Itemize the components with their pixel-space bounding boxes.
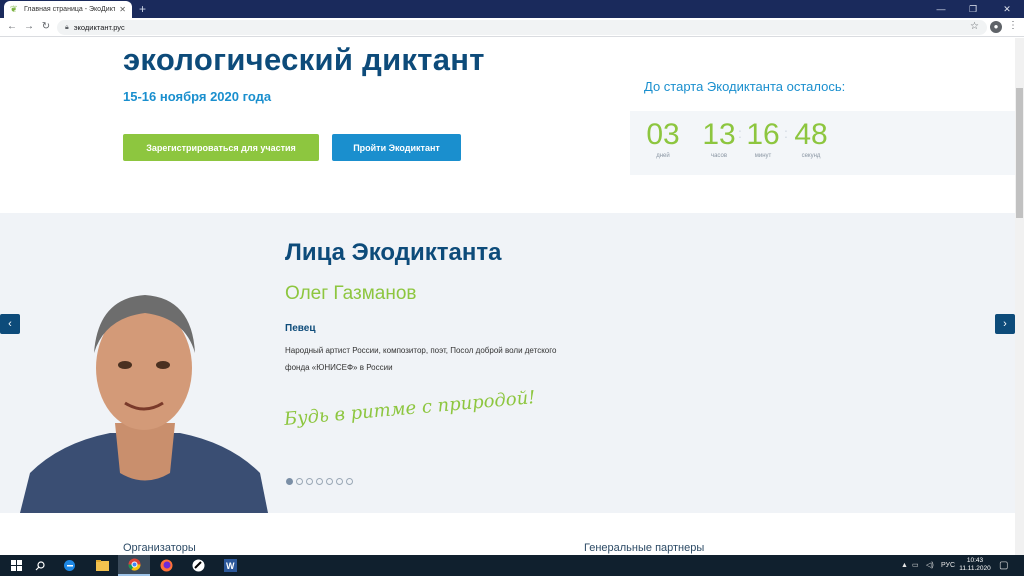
close-window-button[interactable]: ✕ xyxy=(991,0,1023,18)
slider-dot[interactable] xyxy=(286,478,293,485)
countdown-seconds: 48 секунд xyxy=(790,118,832,160)
chrome-icon[interactable] xyxy=(118,555,150,576)
slider-dot[interactable] xyxy=(326,478,333,485)
person-role: Певец xyxy=(285,323,316,334)
search-icon[interactable] xyxy=(24,555,56,576)
page-viewport: экологический диктант 15-16 ноября 2020 … xyxy=(0,38,1024,555)
bookmark-star-icon[interactable]: ☆ xyxy=(970,21,979,32)
address-bar-row: ← → ↻ 🔒︎ экодиктант.рус ☆ ● ⋮ xyxy=(0,18,1024,37)
countdown-minutes: 16 минут xyxy=(742,118,784,160)
person-name: Олег Газманов xyxy=(285,283,417,304)
slider-next-button[interactable]: › xyxy=(995,314,1015,334)
slider-dots xyxy=(286,478,353,485)
svg-text:W: W xyxy=(226,561,235,571)
browser-tab[interactable]: ❦ Главная страница - ЭкоДиктант ✕ xyxy=(4,1,132,18)
slider-dot[interactable] xyxy=(346,478,353,485)
countdown-days: 03 дней xyxy=(642,118,684,160)
page-scrollbar[interactable] xyxy=(1015,38,1024,555)
url-input[interactable]: 🔒︎ экодиктант.рус ☆ xyxy=(57,20,987,35)
countdown-minutes-value: 16 xyxy=(746,118,780,151)
countdown-label: До старта Экодиктанта осталось: xyxy=(644,79,846,94)
countdown-hours: 13 часов xyxy=(698,118,740,160)
network-icon[interactable]: ▭ xyxy=(912,555,919,576)
countdown-seconds-value: 48 xyxy=(794,118,828,151)
faces-slider-section: ‹ › Лица Экодиктанта Олег Газманов Певец… xyxy=(0,213,1015,513)
taskbar-clock[interactable]: 10:43 11.11.2020 xyxy=(956,557,994,573)
countdown-days-value: 03 xyxy=(646,118,680,151)
menu-dots-icon[interactable]: ⋮ xyxy=(1008,20,1018,31)
new-tab-button[interactable]: + xyxy=(139,2,146,16)
maximize-button[interactable]: ❐ xyxy=(957,0,989,18)
countdown-minutes-label: минут xyxy=(754,153,772,159)
file-explorer-icon[interactable] xyxy=(86,555,118,576)
slider-dot[interactable] xyxy=(336,478,343,485)
windows-logo-icon xyxy=(10,560,22,571)
minimize-button[interactable]: — xyxy=(925,0,957,18)
forward-arrow-icon[interactable]: → xyxy=(22,20,36,34)
clock-time: 10:43 xyxy=(966,557,984,564)
slider-prev-button[interactable]: ‹ xyxy=(0,314,20,334)
slogan-text: Будь в ритме с природой! xyxy=(283,387,537,430)
volume-icon[interactable]: ◁) xyxy=(926,555,934,576)
firefox-icon[interactable] xyxy=(150,555,182,576)
register-button[interactable]: Зарегистрироваться для участия xyxy=(123,134,319,161)
tab-title: Главная страница - ЭкоДиктант xyxy=(24,6,116,13)
countdown-days-label: дней xyxy=(656,153,670,159)
portrait-image xyxy=(20,295,268,513)
person-description: Народный артист России, композитор, поэт… xyxy=(285,346,557,372)
leaf-favicon-icon: ❦ xyxy=(10,4,18,14)
reload-icon[interactable]: ↻ xyxy=(39,20,53,34)
edge-icon[interactable] xyxy=(53,555,85,576)
countdown-seconds-label: секунд xyxy=(801,153,821,159)
countdown-separator: : xyxy=(784,125,788,141)
clock-date: 11.11.2020 xyxy=(959,565,991,572)
back-arrow-icon[interactable]: ← xyxy=(5,20,19,34)
take-dictation-button[interactable]: Пройти Экодиктант xyxy=(332,134,461,161)
slider-dot[interactable] xyxy=(306,478,313,485)
hero-title: экологический диктант xyxy=(123,42,485,77)
countdown-hours-label: часов xyxy=(710,153,728,159)
tray-chevron-icon[interactable]: ▲ xyxy=(901,555,908,576)
windows-taskbar: W ▲ ▭ ◁) РУС 10:43 11.11.2020 ▢ xyxy=(0,555,1024,576)
close-tab-icon[interactable]: ✕ xyxy=(119,5,126,14)
countdown-timer: 03 дней 13 часов : 16 минут : 48 секунд xyxy=(630,111,1016,175)
scrollbar-thumb[interactable] xyxy=(1016,88,1023,218)
browser-tab-bar: ❦ Главная страница - ЭкоДиктант ✕ + — ❐ … xyxy=(0,0,1024,18)
slider-dot[interactable] xyxy=(316,478,323,485)
hero-date: 15-16 ноября 2020 года xyxy=(123,89,272,104)
account-icon[interactable]: ● xyxy=(990,21,1002,33)
partners-heading: Генеральные партнеры xyxy=(584,542,705,554)
countdown-hours-value: 13 xyxy=(702,118,736,151)
notifications-icon[interactable]: ▢ xyxy=(999,555,1008,576)
inkscape-icon[interactable] xyxy=(182,555,214,576)
slider-dot[interactable] xyxy=(296,478,303,485)
faces-section-title: Лица Экодиктанта xyxy=(285,239,502,266)
organizers-heading: Организаторы xyxy=(123,542,196,554)
language-indicator[interactable]: РУС xyxy=(941,555,955,576)
word-icon[interactable]: W xyxy=(214,555,246,576)
lock-icon: 🔒︎ xyxy=(65,23,69,31)
url-text: экодиктант.рус xyxy=(73,23,125,32)
